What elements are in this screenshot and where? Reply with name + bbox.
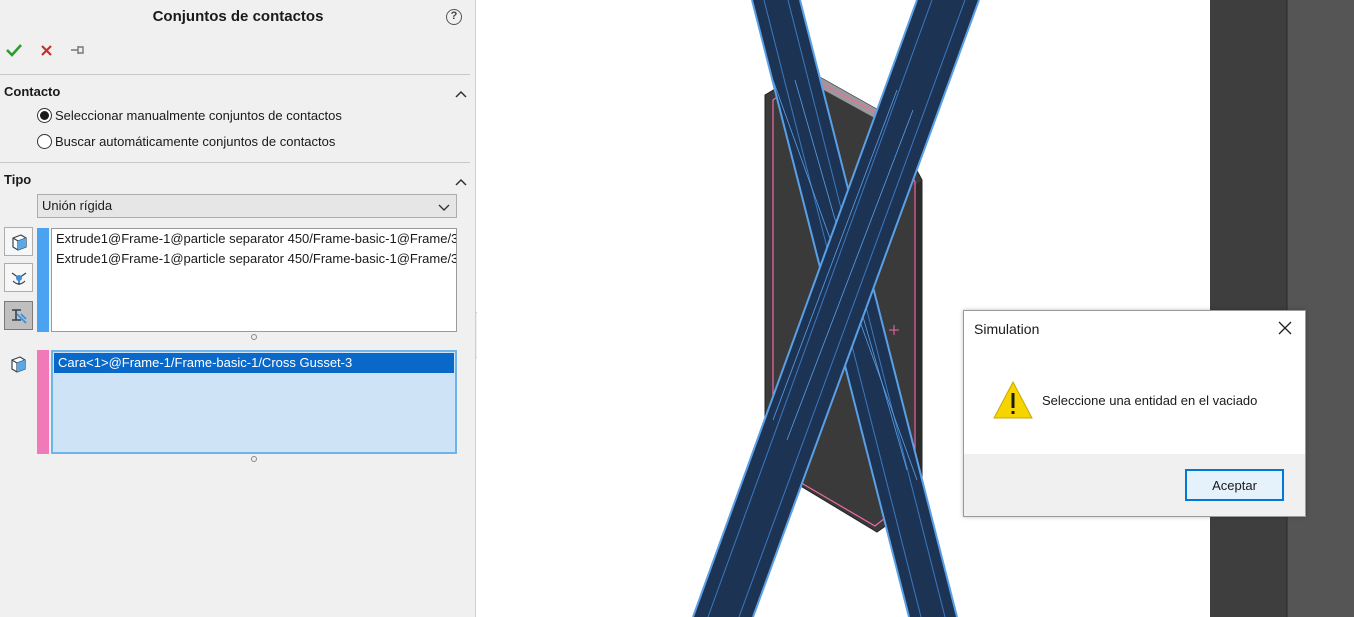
x-icon [40,44,52,56]
list-item[interactable]: Cara<1>@Frame-1/Frame-basic-1/Cross Guss… [54,353,454,373]
set1-color-bar [37,228,49,332]
radio-label: Buscar automáticamente conjuntos de cont… [55,134,336,149]
help-button[interactable]: ? [446,9,462,25]
dialog-footer: Aceptar [964,454,1305,516]
vertex-icon [11,271,26,285]
pin-button[interactable] [68,40,88,60]
collapse-contacto-button[interactable] [455,86,469,98]
dialog-message: Seleccione una entidad en el vaciado [1042,393,1258,408]
column-face-light [1287,0,1354,617]
radio-button[interactable] [37,134,52,149]
section-title-contacto: Contacto [4,84,61,99]
set2-color-bar [37,350,49,454]
section-title-tipo: Tipo [4,172,32,187]
radio-label: Seleccionar manualmente conjuntos de con… [55,108,342,123]
close-button[interactable] [1277,320,1295,338]
radio-manual[interactable]: Seleccionar manualmente conjuntos de con… [37,108,342,123]
list-item[interactable]: Extrude1@Frame-1@particle separator 450/… [52,229,456,249]
ok-button[interactable] [4,40,24,60]
beam-select-button[interactable] [4,301,33,330]
beam-icon [11,308,27,324]
dialog-title: Simulation [974,321,1040,337]
set2-selection-list[interactable]: Cara<1>@Frame-1/Frame-basic-1/Cross Guss… [51,350,457,454]
face-select-button[interactable] [4,227,33,256]
resize-grip[interactable] [251,334,257,340]
accept-button[interactable]: Aceptar [1185,469,1284,501]
dropdown-value: Unión rígida [42,198,113,213]
graphics-viewport[interactable] [477,0,1354,617]
divider [0,162,470,163]
simulation-dialog: Simulation Seleccione una entidad en el … [963,310,1306,517]
pushpin-icon [71,46,84,54]
chevron-up-icon [455,178,467,186]
model-view[interactable] [477,0,1354,617]
checkmark-icon [6,44,22,57]
app-window: Conjuntos de contactos ? Contacto Selecc… [0,0,1354,617]
face-icon [11,233,27,251]
warning-icon [992,380,1034,423]
close-icon [1278,321,1292,335]
panel-title: Conjuntos de contactos [152,8,324,25]
radio-automatic[interactable]: Buscar automáticamente conjuntos de cont… [37,134,335,149]
column-face-dark [1210,0,1287,617]
radio-button[interactable] [37,108,52,123]
chevron-down-icon [438,200,450,215]
contact-type-dropdown[interactable]: Unión rígida [37,194,457,218]
set1-selection-list[interactable]: Extrude1@Frame-1@particle separator 450/… [51,228,457,332]
vertex-select-button[interactable] [4,263,33,292]
collapse-tipo-button[interactable] [455,174,469,186]
property-manager-panel: Conjuntos de contactos ? Contacto Selecc… [0,0,476,617]
radio-dot [40,111,49,120]
chevron-up-icon [455,90,467,98]
cancel-button[interactable] [36,40,56,60]
list-item[interactable]: Extrude1@Frame-1@particle separator 450/… [52,249,456,269]
resize-grip[interactable] [251,456,257,462]
divider [0,74,470,75]
face-icon [8,354,28,377]
